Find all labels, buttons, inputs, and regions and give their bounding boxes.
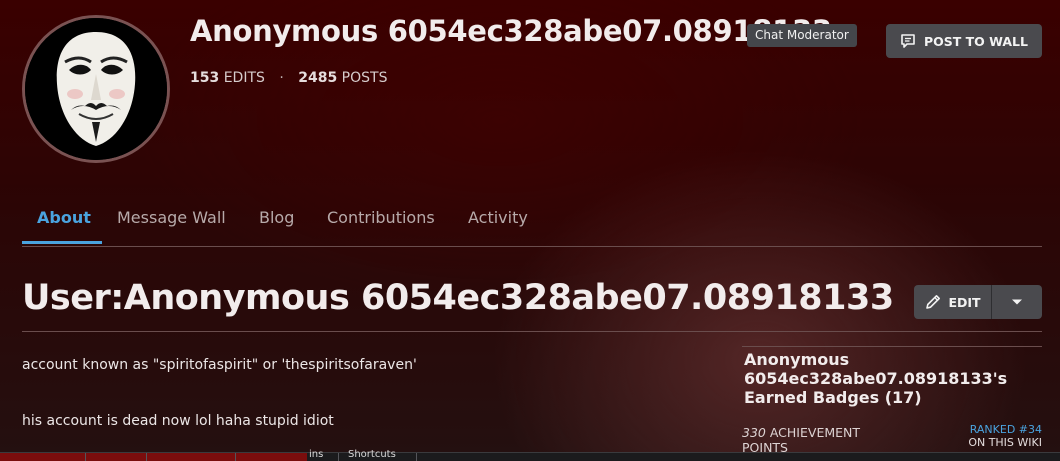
bio-paragraph-1: account known as "spiritofaspirit" or 't… <box>22 357 417 373</box>
edits-label[interactable]: EDITS <box>224 70 265 86</box>
toolbar-item-shortcuts[interactable]: Shortcuts <box>348 450 396 460</box>
edit-dropdown-button[interactable] <box>992 285 1042 319</box>
tab-message-wall[interactable]: Message Wall <box>117 208 226 227</box>
profile-tabs: About Message Wall Blog Contributions Ac… <box>22 198 1042 247</box>
wiki-rank: RANKED #34 ON THIS WIKI <box>968 423 1042 449</box>
user-stats: 153 EDITS · 2485 POSTS <box>190 70 387 86</box>
edit-button[interactable]: EDIT <box>914 285 991 319</box>
guy-fawkes-mask-icon <box>25 18 167 160</box>
post-to-wall-button[interactable]: POST TO WALL <box>886 24 1042 58</box>
pencil-icon <box>926 295 941 309</box>
toolbar-item-partial[interactable]: ins <box>309 450 323 460</box>
stats-separator: · <box>279 70 284 86</box>
tab-blog[interactable]: Blog <box>259 208 294 227</box>
achievement-points: 330 ACHIEVEMENT POINTS <box>742 425 892 455</box>
title-divider <box>22 331 1042 332</box>
message-bubble-icon <box>901 34 915 48</box>
edits-count[interactable]: 153 <box>190 70 219 86</box>
ranked-sub: ON THIS WIKI <box>968 436 1042 449</box>
active-tab-indicator <box>22 241 102 244</box>
tab-contributions[interactable]: Contributions <box>327 208 435 227</box>
badges-heading: Anonymous 6054ec328abe07.08918133's Earn… <box>744 350 1008 407</box>
chevron-down-icon <box>1012 299 1022 305</box>
sidebar-divider <box>742 346 1042 347</box>
username: Anonymous 6054ec328abe07.08918133 <box>190 14 832 48</box>
page-title: User:Anonymous 6054ec328abe07.08918133 <box>22 278 894 318</box>
bio-paragraph-2: his account is dead now lol haha stupid … <box>22 413 334 429</box>
tab-about[interactable]: About <box>37 208 91 227</box>
edit-button-group: EDIT <box>914 285 1042 319</box>
ranked-label[interactable]: RANKED #34 <box>968 423 1042 436</box>
tab-activity[interactable]: Activity <box>468 208 528 227</box>
posts-count[interactable]: 2485 <box>298 70 337 86</box>
edit-label: EDIT <box>948 294 981 310</box>
posts-label[interactable]: POSTS <box>342 70 388 86</box>
role-tag: Chat Moderator <box>747 24 857 47</box>
achievement-points-value: 330 <box>742 425 766 440</box>
post-to-wall-label: POST TO WALL <box>923 33 1028 49</box>
avatar[interactable] <box>22 15 170 163</box>
